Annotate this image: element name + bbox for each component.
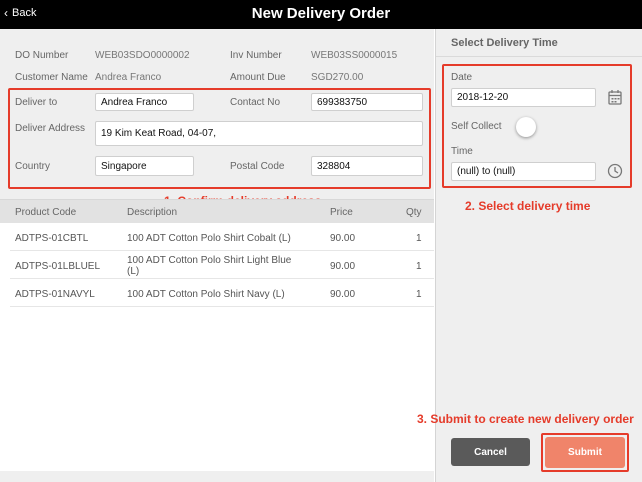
page-title: New Delivery Order bbox=[251, 5, 391, 22]
col-product-code: Product Code bbox=[15, 207, 77, 218]
address-highlight-box bbox=[8, 88, 431, 189]
customer-name-label: Customer Name bbox=[15, 72, 88, 83]
row-product-code: ADTPS-01NAVYL bbox=[15, 289, 95, 300]
table-row[interactable]: ADTPS-01LBLUEL 100 ADT Cotton Polo Shirt… bbox=[10, 251, 434, 279]
product-table: ADTPS-01CBTL 100 ADT Cotton Polo Shirt C… bbox=[0, 223, 434, 471]
top-bar: ‹ Back New Delivery Order bbox=[0, 0, 642, 29]
submit-highlight-box bbox=[541, 433, 629, 472]
row-description: 100 ADT Cotton Polo Shirt Cobalt (L) bbox=[127, 233, 291, 244]
amount-due-value: SGD270.00 bbox=[311, 72, 364, 83]
row-qty: 1 bbox=[416, 233, 422, 244]
row-product-code: ADTPS-01LBLUEL bbox=[15, 261, 101, 272]
delivery-time-highlight-box bbox=[442, 64, 632, 188]
inv-number-label: Inv Number bbox=[230, 50, 282, 61]
cancel-button[interactable]: Cancel bbox=[451, 438, 530, 466]
table-row[interactable]: ADTPS-01CBTL 100 ADT Cotton Polo Shirt C… bbox=[10, 223, 434, 251]
row-product-code: ADTPS-01CBTL bbox=[15, 233, 89, 244]
row-price: 90.00 bbox=[330, 233, 356, 244]
annotation-submit: 3. Submit to create new delivery order bbox=[417, 412, 634, 426]
do-number-label: DO Number bbox=[15, 50, 69, 61]
row-description: 100 ADT Cotton Polo Shirt Light Blue (L) bbox=[127, 255, 292, 277]
col-price: Price bbox=[330, 207, 353, 218]
do-number-value: WEB03SDO0000002 bbox=[95, 50, 190, 61]
col-qty: Qty bbox=[406, 207, 422, 218]
row-price: 90.00 bbox=[330, 289, 356, 300]
customer-name-value: Andrea Franco bbox=[95, 72, 162, 83]
col-description: Description bbox=[127, 207, 178, 218]
amount-due-label: Amount Due bbox=[230, 72, 286, 83]
row-qty: 1 bbox=[416, 261, 422, 272]
section-divider bbox=[436, 56, 642, 57]
row-qty: 1 bbox=[416, 289, 422, 300]
table-row[interactable]: ADTPS-01NAVYL 100 ADT Cotton Polo Shirt … bbox=[10, 279, 434, 307]
row-price: 90.00 bbox=[330, 261, 356, 272]
table-header: Product Code Description Price Qty bbox=[0, 199, 434, 223]
row-description: 100 ADT Cotton Polo Shirt Navy (L) bbox=[127, 289, 285, 300]
section-title: Select Delivery Time bbox=[451, 37, 558, 49]
annotation-select-time: 2. Select delivery time bbox=[465, 199, 591, 213]
inv-number-value: WEB03SS0000015 bbox=[311, 50, 398, 61]
